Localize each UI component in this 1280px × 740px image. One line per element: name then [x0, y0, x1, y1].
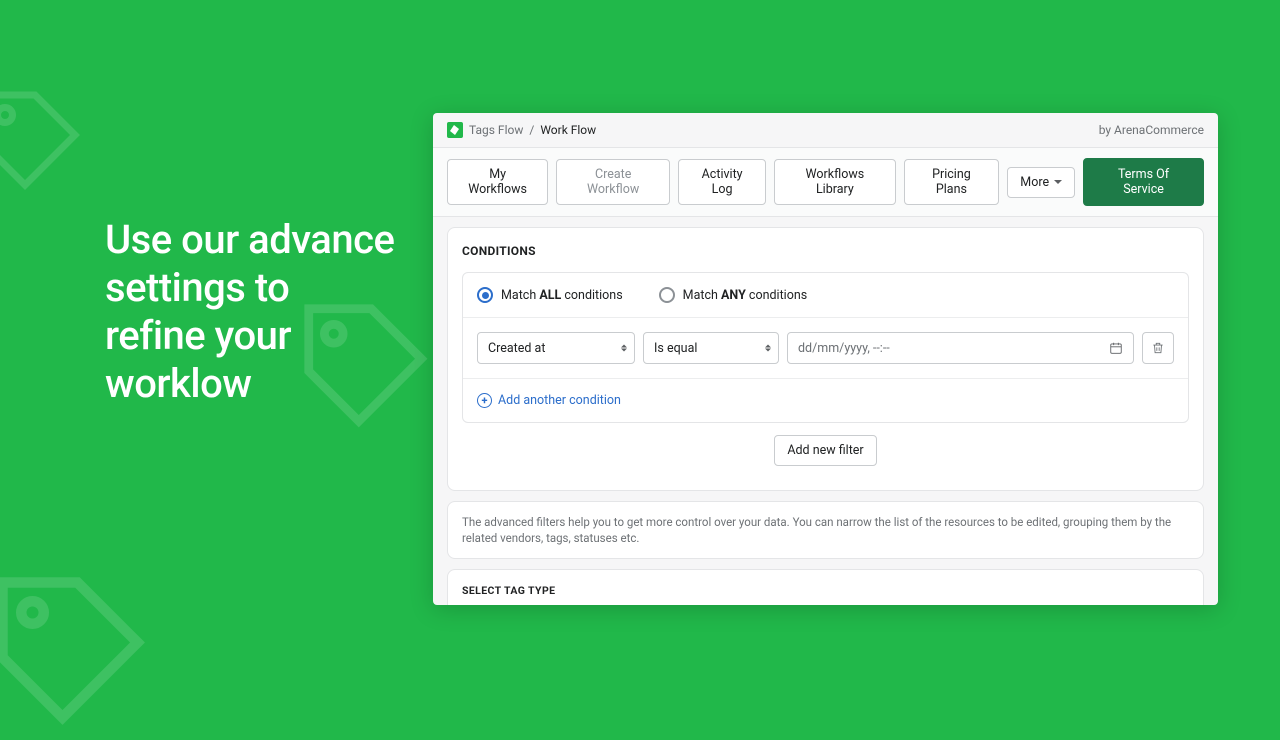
match-any-radio[interactable]: Match ANY conditions [659, 287, 808, 303]
plus-circle-icon: + [477, 393, 492, 408]
calendar-icon [1109, 341, 1123, 355]
more-button-label: More [1020, 175, 1049, 190]
condition-row: Created at Is equal dd/mm/yyyy, --:-- [463, 318, 1188, 379]
radio-checked-icon [477, 287, 493, 303]
terms-of-service-button[interactable]: Terms Of Service [1083, 158, 1204, 206]
breadcrumb-current: Work Flow [540, 123, 596, 137]
operator-select[interactable]: Is equal [643, 332, 779, 364]
chevron-down-icon [1054, 180, 1062, 184]
field-select-value: Created at [477, 332, 635, 364]
match-all-label: Match ALL conditions [501, 288, 623, 303]
my-workflows-button[interactable]: My Workflows [447, 159, 548, 205]
top-bar: Tags Flow / Work Flow by ArenaCommerce [433, 113, 1218, 148]
match-mode-row: Match ALL conditions Match ANY condition… [463, 273, 1188, 318]
match-any-label: Match ANY conditions [683, 288, 808, 303]
marketing-headline: Use our advance settings to refine your … [105, 216, 395, 408]
add-condition-button[interactable]: + Add another condition [463, 379, 1188, 422]
field-select[interactable]: Created at [477, 332, 635, 364]
breadcrumb-root[interactable]: Tags Flow [469, 123, 523, 137]
delete-condition-button[interactable] [1142, 332, 1174, 364]
add-filter-row: Add new filter [462, 423, 1189, 480]
operator-select-value: Is equal [643, 332, 779, 364]
conditions-box: Match ALL conditions Match ANY condition… [462, 272, 1189, 423]
tag-type-panel: SELECT TAG TYPE Simple tags Smart tags [447, 569, 1204, 605]
help-text: The advanced filters help you to get mor… [447, 501, 1204, 559]
value-date-input[interactable]: dd/mm/yyyy, --:-- [787, 332, 1134, 364]
app-window: Tags Flow / Work Flow by ArenaCommerce M… [433, 113, 1218, 605]
radio-unchecked-icon [659, 287, 675, 303]
trash-icon [1151, 341, 1165, 355]
breadcrumb-separator: / [529, 123, 534, 137]
add-new-filter-button[interactable]: Add new filter [774, 435, 876, 466]
match-all-radio[interactable]: Match ALL conditions [477, 287, 623, 303]
app-logo-icon [447, 122, 463, 138]
byline: by ArenaCommerce [1099, 123, 1204, 137]
more-button[interactable]: More [1007, 167, 1075, 198]
conditions-panel: CONDITIONS Match ALL conditions Match AN… [447, 227, 1204, 491]
activity-log-button[interactable]: Activity Log [678, 159, 766, 205]
add-condition-label: Add another condition [498, 393, 621, 408]
pricing-plans-button[interactable]: Pricing Plans [904, 159, 1000, 205]
workflows-library-button[interactable]: Workflows Library [774, 159, 895, 205]
create-workflow-button[interactable]: Create Workflow [556, 159, 670, 205]
tag-type-title: SELECT TAG TYPE [462, 584, 1189, 597]
breadcrumb: Tags Flow / Work Flow [447, 122, 596, 138]
nav-bar: My Workflows Create Workflow Activity Lo… [433, 148, 1218, 217]
date-placeholder: dd/mm/yyyy, --:-- [798, 341, 890, 356]
conditions-title: CONDITIONS [462, 244, 1189, 258]
